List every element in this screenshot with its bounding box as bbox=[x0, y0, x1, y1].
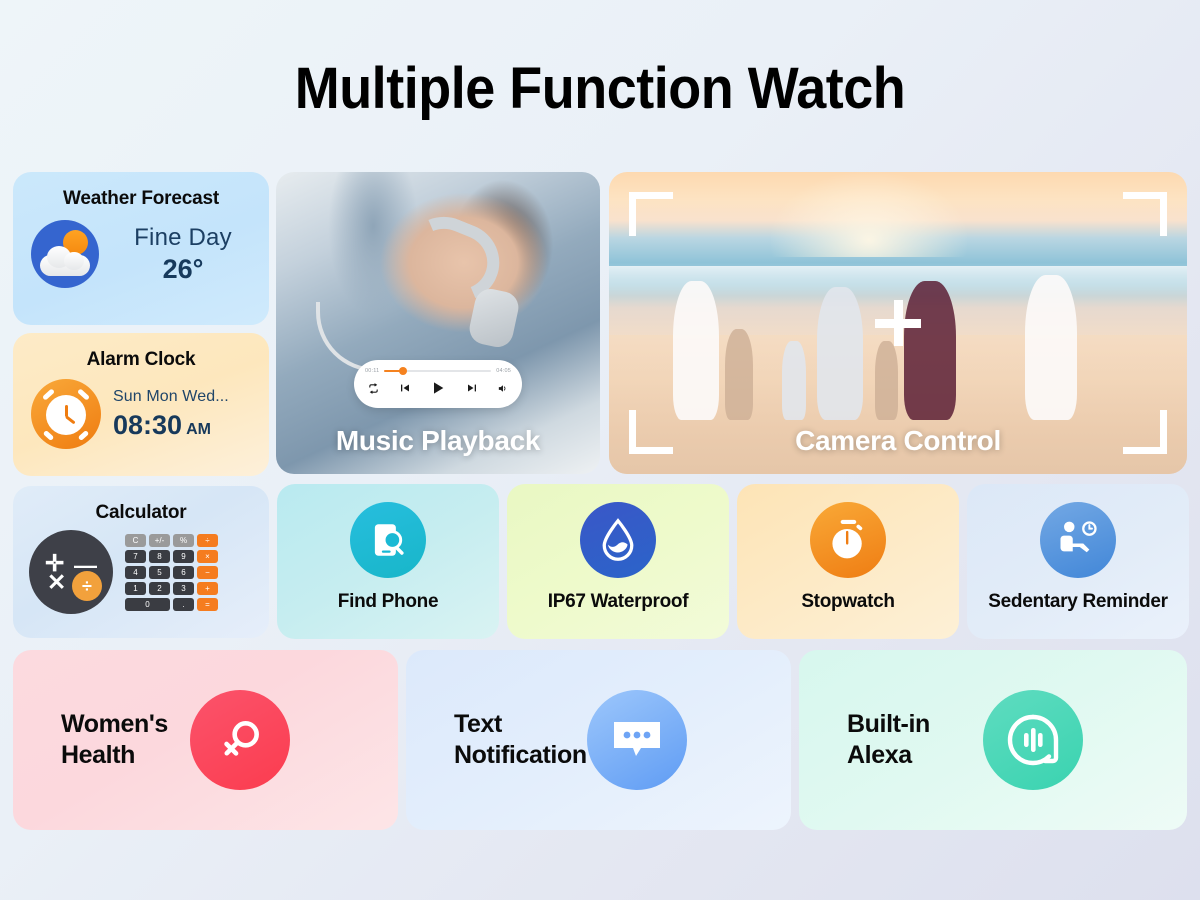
camera-control-card[interactable]: Camera Control bbox=[609, 172, 1187, 474]
page-title: Multiple Function Watch bbox=[294, 56, 906, 121]
alarm-time: 08:30 AM bbox=[113, 410, 257, 441]
alarm-meridiem: AM bbox=[186, 420, 211, 438]
alarm-clock-card[interactable]: Alarm Clock Sun Mon Wed... 08:30 AM bbox=[13, 333, 269, 476]
crosshair-icon bbox=[875, 300, 921, 346]
music-elapsed-time: 00:11 bbox=[365, 368, 380, 374]
weather-condition: Fine Day bbox=[134, 223, 232, 251]
voice-assistant-icon bbox=[983, 690, 1083, 790]
calculator-key[interactable]: 9 bbox=[173, 549, 194, 563]
calculator-key[interactable]: × bbox=[197, 549, 218, 563]
feature-label-line2: Alexa bbox=[847, 741, 912, 769]
feature-label-line1: Women's bbox=[61, 709, 168, 738]
feature-label: Built-in Alexa bbox=[847, 709, 983, 772]
volume-icon[interactable] bbox=[497, 383, 508, 394]
alarm-days: Sun Mon Wed... bbox=[113, 387, 229, 405]
weather-temperature: 26° bbox=[162, 253, 204, 284]
calculator-key[interactable]: 5 bbox=[149, 565, 170, 579]
feature-label: Women's Health bbox=[61, 709, 190, 772]
calculator-keypad[interactable]: C +/-% ÷ 7 8 9 × 4 5 6− 1 2 3 +0. = bbox=[125, 533, 218, 611]
feature-label-line2: Notification bbox=[454, 741, 587, 769]
feature-label-line1: Built-in bbox=[847, 709, 930, 738]
camera-control-label: Camera Control bbox=[795, 425, 1001, 456]
weather-card-title: Weather Forecast bbox=[63, 188, 219, 209]
calculator-key[interactable]: 8 bbox=[149, 549, 170, 563]
calculator-key[interactable]: C bbox=[125, 533, 146, 547]
feature-card-text-notification[interactable]: Text Notification bbox=[406, 650, 791, 830]
calculator-key[interactable]: 1 bbox=[125, 581, 146, 595]
calculator-key[interactable]: +/- bbox=[149, 533, 170, 547]
feature-card-sedentary-reminder[interactable]: Sedentary Reminder bbox=[967, 484, 1189, 639]
calculator-key[interactable]: 4 bbox=[125, 565, 146, 579]
calculator-key[interactable]: 0 bbox=[125, 597, 170, 611]
play-icon[interactable] bbox=[430, 380, 446, 396]
feature-card-builtin-alexa[interactable]: Built-in Alexa bbox=[799, 650, 1187, 830]
feature-card-womens-health[interactable]: Women's Health bbox=[13, 650, 398, 830]
feature-label-line1: Text bbox=[454, 709, 502, 738]
venus-symbol-icon bbox=[190, 690, 290, 790]
weather-forecast-card[interactable]: Weather Forecast Fine Day 26° bbox=[13, 172, 269, 325]
music-duration: 04:05 bbox=[496, 368, 511, 374]
calculator-key[interactable]: = bbox=[197, 597, 218, 611]
repeat-icon[interactable] bbox=[368, 382, 379, 394]
viewfinder-corner-icon bbox=[629, 192, 673, 236]
calculator-key[interactable]: 2 bbox=[149, 581, 170, 595]
feature-label: Text Notification bbox=[454, 709, 587, 772]
music-playback-label: Music Playback bbox=[335, 425, 541, 456]
music-progress-slider[interactable] bbox=[384, 367, 492, 375]
calculator-key[interactable]: 7 bbox=[125, 549, 146, 563]
calculator-key[interactable]: . bbox=[173, 597, 194, 611]
calculator-key[interactable]: 3 bbox=[173, 581, 194, 595]
feature-card-stopwatch[interactable]: Stopwatch bbox=[737, 484, 959, 639]
feature-label: Sedentary Reminder bbox=[988, 591, 1168, 612]
calculator-key[interactable]: 6 bbox=[173, 565, 194, 579]
alarm-clock-icon bbox=[31, 379, 101, 449]
calculator-key[interactable]: + bbox=[197, 581, 218, 595]
feature-label: Stopwatch bbox=[801, 591, 895, 612]
feature-label: Find Phone bbox=[337, 591, 439, 612]
feature-card-waterproof[interactable]: IP67 Waterproof bbox=[507, 484, 729, 639]
seated-person-clock-icon bbox=[1040, 502, 1116, 578]
alarm-time-value: 08:30 bbox=[113, 409, 183, 440]
previous-track-icon[interactable] bbox=[399, 382, 411, 394]
music-player-controls[interactable]: 00:11 04:05 bbox=[354, 360, 522, 408]
sun-behind-cloud-icon bbox=[31, 220, 99, 288]
calculator-card[interactable]: Calculator ✛ — ✕ ÷ C +/-% ÷ 7 8 9 × 4 5 6− 1 2 3 +0. = bbox=[13, 486, 269, 638]
feature-card-find-phone[interactable]: Find Phone bbox=[277, 484, 499, 639]
calculator-key[interactable]: ÷ bbox=[197, 533, 218, 547]
calculator-key[interactable]: % bbox=[173, 533, 194, 547]
calculator-operators-icon: ✛ — ✕ ÷ bbox=[29, 530, 113, 614]
viewfinder-corner-icon bbox=[1123, 192, 1167, 236]
feature-label: IP67 Waterproof bbox=[547, 591, 689, 612]
music-playback-card[interactable]: 00:11 04:05 Music Playback bbox=[276, 172, 600, 474]
feature-label-line2: Health bbox=[61, 741, 136, 769]
water-drop-icon bbox=[580, 502, 656, 578]
phone-search-icon bbox=[350, 502, 426, 578]
infographic-board: Multiple Function Watch Weather Forecast… bbox=[0, 0, 1200, 900]
next-track-icon[interactable] bbox=[466, 382, 478, 394]
stopwatch-icon bbox=[810, 502, 886, 578]
calculator-key[interactable]: − bbox=[197, 565, 218, 579]
alarm-card-title: Alarm Clock bbox=[86, 349, 196, 370]
speech-bubble-dots-icon bbox=[586, 690, 687, 790]
calculator-card-title: Calculator bbox=[95, 502, 187, 523]
